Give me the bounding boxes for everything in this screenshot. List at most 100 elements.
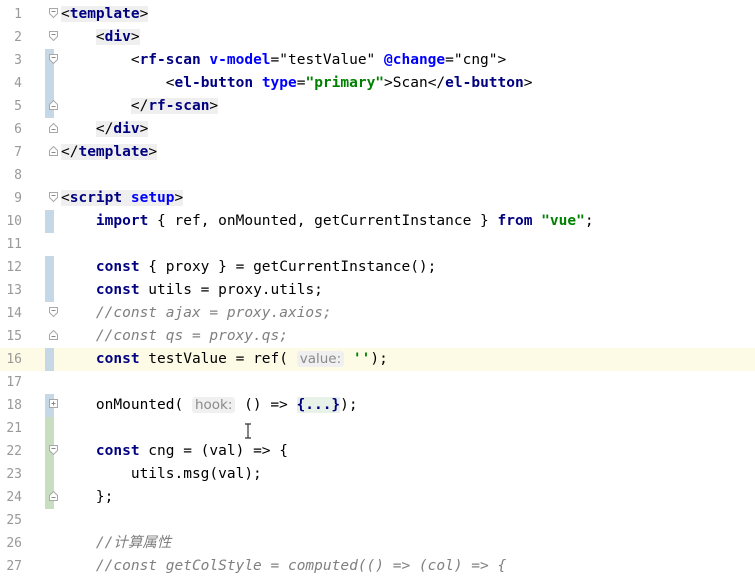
line-number: 11	[6, 237, 22, 252]
code-line[interactable]: 22 const cng = (val) => {	[0, 440, 755, 463]
code-text[interactable]: const { proxy } = getCurrentInstance();	[61, 256, 436, 279]
code-token: type	[261, 75, 297, 91]
code-line[interactable]: 26 //计算属性	[0, 532, 755, 555]
added-line-marker[interactable]	[45, 463, 54, 486]
code-text[interactable]: utils.msg(val);	[61, 463, 262, 486]
modified-line-marker[interactable]	[45, 279, 54, 302]
fold-open-icon[interactable]	[49, 307, 58, 317]
code-token: ''	[352, 351, 371, 367]
fold-open-icon[interactable]	[49, 54, 58, 64]
code-line[interactable]: 16 const testValue = ref( value: '');	[0, 348, 755, 371]
code-token: "vue"	[541, 213, 585, 229]
code-text[interactable]: <template>	[61, 3, 149, 26]
fold-open-icon[interactable]	[49, 31, 58, 41]
fold-expand-icon[interactable]	[49, 399, 58, 409]
code-token: { proxy } = getCurrentInstance();	[139, 259, 437, 275]
code-line[interactable]: 13 const utils = proxy.utils;	[0, 279, 755, 302]
modified-line-marker[interactable]	[45, 348, 54, 371]
code-token: <	[95, 29, 105, 45]
code-text[interactable]: <rf-scan v-model="testValue" @change="cn…	[61, 49, 506, 72]
fold-close-icon[interactable]	[49, 123, 58, 133]
line-number: 24	[6, 490, 22, 505]
code-token: onMounted(	[61, 397, 192, 413]
code-text[interactable]: const cng = (val) => {	[61, 440, 288, 463]
modified-line-marker[interactable]	[45, 72, 54, 95]
modified-line-marker[interactable]	[45, 210, 54, 233]
code-line[interactable]: 10 import { ref, onMounted, getCurrentIn…	[0, 210, 755, 233]
code-token: </	[130, 98, 149, 114]
code-line[interactable]: 5 </rf-scan>	[0, 95, 755, 118]
code-line[interactable]: 7 </template>	[0, 141, 755, 164]
code-line[interactable]: 14 //const ajax = proxy.axios;	[0, 302, 755, 325]
code-text[interactable]: const testValue = ref( value: '');	[61, 348, 388, 371]
code-line[interactable]: 4 <el-button type="primary">Scan</el-but…	[0, 72, 755, 95]
code-text[interactable]: const utils = proxy.utils;	[61, 279, 323, 302]
code-token: >	[174, 190, 184, 206]
code-text[interactable]: import { ref, onMounted, getCurrentInsta…	[61, 210, 594, 233]
code-text[interactable]: };	[61, 486, 113, 509]
code-line[interactable]: 18 onMounted( hook: () => {...});	[0, 394, 755, 417]
fold-close-icon[interactable]	[49, 146, 58, 156]
fold-close-icon[interactable]	[49, 100, 58, 110]
code-token: ="testValue"	[270, 52, 385, 68]
code-comment: //const getColStyle = computed(() => (co…	[95, 558, 507, 574]
fold-close-icon[interactable]	[49, 330, 58, 340]
code-line[interactable]: 8	[0, 164, 755, 187]
code-token: setup	[130, 190, 175, 206]
code-line[interactable]: 9 <script setup>	[0, 187, 755, 210]
code-text[interactable]: //const getColStyle = computed(() => (co…	[61, 555, 506, 578]
code-line[interactable]: 6 </div>	[0, 118, 755, 141]
code-editor[interactable]: 1 <template> 2 <div> 3 <rf-scan v-model="te…	[0, 0, 755, 574]
code-token: utils.msg(val);	[61, 466, 262, 482]
code-text[interactable]: <div>	[61, 26, 140, 49]
line-number: 6	[14, 122, 22, 137]
code-token: const	[95, 443, 140, 459]
modified-line-marker[interactable]	[45, 256, 54, 279]
code-text[interactable]: onMounted( hook: () => {...});	[61, 394, 358, 417]
code-line[interactable]: 24 };	[0, 486, 755, 509]
code-text[interactable]: <script setup>	[61, 187, 184, 210]
parameter-hint: hook:	[191, 397, 236, 413]
code-token: from	[497, 213, 533, 229]
code-token: <	[61, 190, 70, 206]
line-number: 13	[6, 283, 22, 298]
fold-open-icon[interactable]	[49, 8, 58, 18]
line-number: 26	[6, 536, 22, 551]
code-line[interactable]: 17	[0, 371, 755, 394]
code-token: <	[61, 52, 140, 68]
code-token: const	[95, 282, 140, 298]
code-line[interactable]: 27 //const getColStyle = computed(() => …	[0, 555, 755, 578]
code-text[interactable]: </div>	[61, 118, 149, 141]
code-line[interactable]: 11	[0, 233, 755, 256]
code-text[interactable]: //计算属性	[61, 532, 171, 555]
code-comment: //const ajax = proxy.axios;	[95, 305, 332, 321]
code-line[interactable]: 23 utils.msg(val);	[0, 463, 755, 486]
code-line[interactable]: 1 <template>	[0, 3, 755, 26]
code-token: >	[148, 144, 158, 160]
fold-open-icon[interactable]	[49, 192, 58, 202]
code-token: @change	[384, 52, 446, 68]
code-line[interactable]: 12 const { proxy } = getCurrentInstance(…	[0, 256, 755, 279]
code-line[interactable]: 15 //const qs = proxy.qs;	[0, 325, 755, 348]
folded-code-placeholder[interactable]: {...}	[296, 397, 341, 413]
code-text[interactable]: </rf-scan>	[61, 95, 219, 118]
line-number: 27	[6, 559, 22, 574]
code-line[interactable]: 2 <div>	[0, 26, 755, 49]
fold-close-icon[interactable]	[49, 491, 58, 501]
code-token: const	[95, 259, 140, 275]
code-text[interactable]: //const qs = proxy.qs;	[61, 325, 288, 348]
code-token: "primary"	[305, 75, 385, 91]
code-line[interactable]: 3 <rf-scan v-model="testValue" @change="…	[0, 49, 755, 72]
code-line[interactable]: 21	[0, 417, 755, 440]
added-line-marker[interactable]	[45, 417, 54, 440]
code-text[interactable]: <el-button type="primary">Scan</el-butto…	[61, 72, 533, 95]
fold-open-icon[interactable]	[49, 445, 58, 455]
code-text[interactable]: //const ajax = proxy.axios;	[61, 302, 332, 325]
code-token: v-model	[209, 52, 271, 68]
code-line[interactable]: 25	[0, 509, 755, 532]
code-text[interactable]: </template>	[61, 141, 158, 164]
